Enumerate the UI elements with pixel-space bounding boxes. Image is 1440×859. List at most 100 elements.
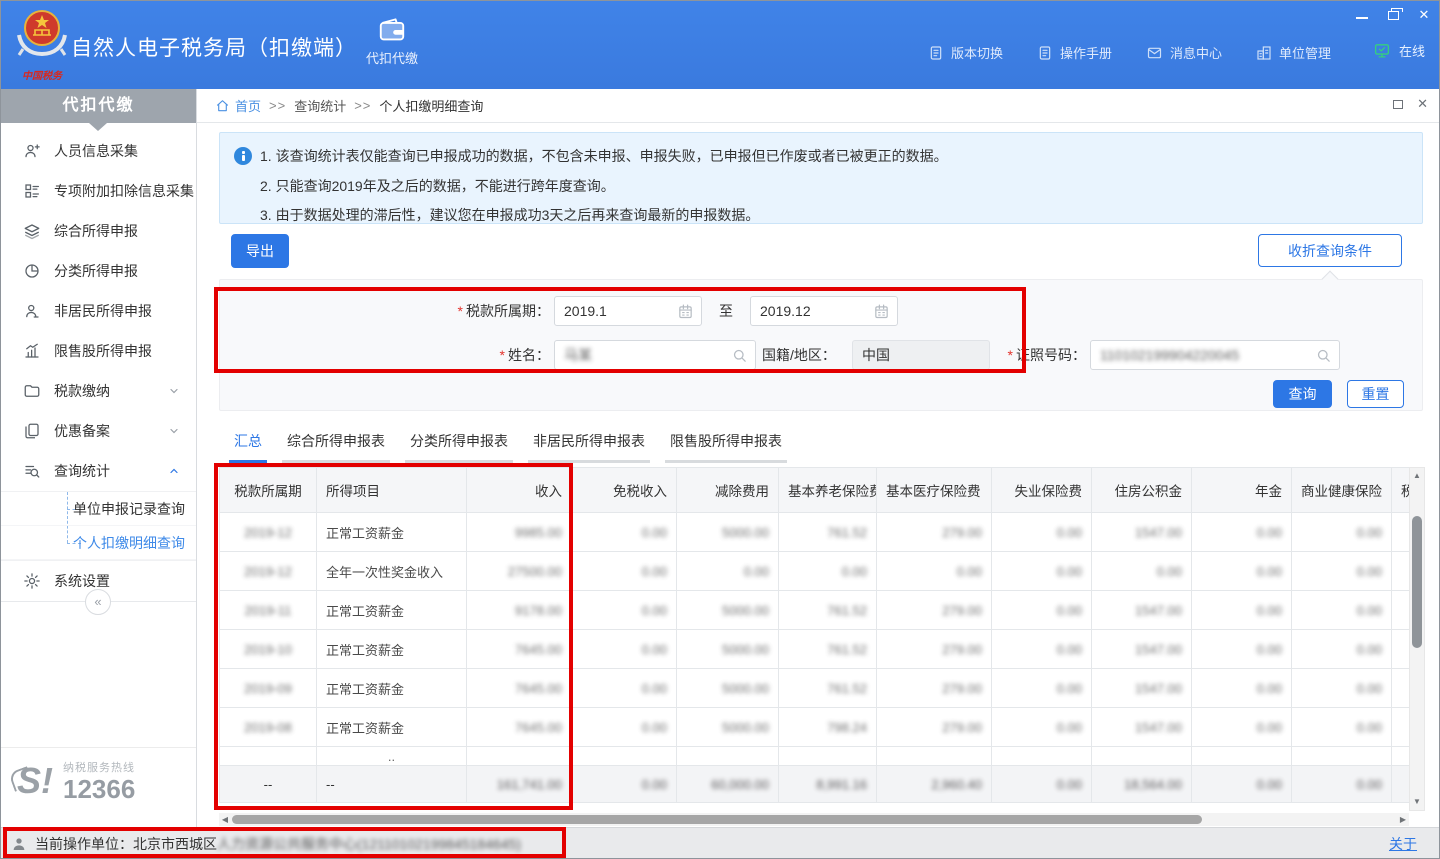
table-cell	[1292, 747, 1392, 766]
column-header[interactable]: 商业健康保险	[1292, 468, 1392, 513]
sidebar-item-label: 综合所得申报	[54, 221, 138, 241]
scroll-left-arrow[interactable]: ◀	[219, 813, 231, 826]
tab-comprehensive-income-form[interactable]: 综合所得申报表	[282, 427, 390, 463]
table-cell	[1392, 708, 1410, 747]
minimize-icon	[1356, 17, 1368, 19]
table-cell	[220, 747, 317, 766]
scroll-up-arrow[interactable]: ▲	[1410, 469, 1424, 483]
table-header-row: 税款所属期所得项目收入免税收入减除费用基本养老保险费基本医疗保险费失业保险费住房…	[220, 468, 1410, 513]
sidebar-subitem-personal-withholding-query[interactable]: 个人扣缴明细查询	[1, 526, 196, 560]
sidebar-item-preferential-filing[interactable]: 优惠备案	[1, 411, 196, 451]
nationality-input[interactable]: 中国	[852, 340, 990, 370]
column-header[interactable]: 失业保险费	[992, 468, 1092, 513]
tax-bureau-logo: 中国税务	[13, 5, 71, 85]
sidebar-item-query-statistics[interactable]: 查询统计	[1, 451, 196, 491]
table-cell: 2,960.40	[877, 766, 992, 803]
table-cell: 0.00	[1192, 513, 1292, 552]
table-row[interactable]: 2019-12全年一次性奖金收入27500.000.000.000.000.00…	[220, 552, 1410, 591]
horizontal-scrollbar[interactable]: ◀ ▶	[219, 813, 1409, 826]
table-row[interactable]: 2019-09正常工资薪金7645.000.005000.00761.52279…	[220, 669, 1410, 708]
user-icon	[11, 836, 27, 852]
reset-button[interactable]: 重置	[1347, 380, 1404, 408]
sidebar-item-label: 税款缴纳	[54, 381, 110, 401]
scroll-down-arrow[interactable]: ▼	[1410, 795, 1424, 809]
tab-restricted-shares-form[interactable]: 限售股所得申报表	[665, 427, 787, 463]
version-switch-label: 版本切换	[951, 43, 1003, 62]
calendar-icon[interactable]	[677, 303, 694, 320]
query-statistics-submenu: 单位申报记录查询 个人扣缴明细查询	[1, 491, 196, 561]
scroll-right-arrow[interactable]: ▶	[1397, 813, 1409, 826]
table-cell: 1547.00	[1092, 669, 1192, 708]
about-link[interactable]: 关于	[1389, 834, 1417, 854]
sidebar-item-restricted-shares[interactable]: 限售股所得申报	[1, 331, 196, 371]
column-header[interactable]: 税款所属期	[220, 468, 317, 513]
sidebar-collapse-button[interactable]: «	[85, 589, 111, 615]
column-header[interactable]: 税	[1392, 468, 1410, 513]
sidebar-subitem-unit-declaration-query[interactable]: 单位申报记录查询	[1, 492, 196, 526]
export-button[interactable]: 导出	[231, 234, 289, 268]
tab-withholding[interactable]: 代扣代缴	[349, 17, 435, 67]
name-input[interactable]: 马某	[554, 340, 756, 370]
id-label-text: 证照号码：	[1016, 347, 1086, 363]
id-number-input[interactable]: 110102199904220045	[1090, 340, 1340, 370]
calendar-icon[interactable]	[873, 303, 890, 320]
gear-icon	[23, 572, 41, 590]
query-button[interactable]: 查询	[1273, 380, 1332, 408]
column-header[interactable]: 免税收入	[572, 468, 677, 513]
table-row[interactable]: 2019-08正常工资薪金7645.000.005000.00798.24279…	[220, 708, 1410, 747]
table-cell: 1547.00	[1092, 708, 1192, 747]
column-header[interactable]: 年金	[1192, 468, 1292, 513]
table-cell: 5000.00	[677, 513, 779, 552]
table-cell: 0.00	[992, 630, 1092, 669]
sidebar: 代扣代缴 人员信息采集 专项附加扣除信息采集 综合所得申报 分类所得申报 非居民…	[1, 89, 197, 827]
column-header[interactable]: 基本养老保险费	[779, 468, 877, 513]
search-icon[interactable]	[1315, 347, 1332, 364]
wallet-icon	[377, 17, 407, 43]
chevron-up-icon	[168, 465, 180, 477]
sidebar-item-comprehensive-income[interactable]: 综合所得申报	[1, 211, 196, 251]
table-cell: 5000.00	[677, 708, 779, 747]
online-status[interactable]: 在线	[1373, 41, 1425, 60]
table-cell: 279.00	[877, 630, 992, 669]
table-row[interactable]: 2019-10正常工资薪金7645.000.005000.00761.52279…	[220, 630, 1410, 669]
unit-management-link[interactable]: 单位管理	[1256, 43, 1331, 62]
tab-nonresident-income-form[interactable]: 非居民所得申报表	[528, 427, 650, 463]
sidebar-item-nonresident-income[interactable]: 非居民所得申报	[1, 291, 196, 331]
sidebar-item-tax-payment[interactable]: 税款缴纳	[1, 371, 196, 411]
sidebar-item-special-deduction[interactable]: 专项附加扣除信息采集	[1, 171, 196, 211]
version-switch-link[interactable]: 版本切换	[928, 43, 1003, 62]
collapse-query-button[interactable]: 收折查询条件	[1258, 234, 1402, 267]
horizontal-scroll-thumb[interactable]	[232, 815, 1202, 824]
column-header[interactable]: 减除费用	[677, 468, 779, 513]
message-center-link[interactable]: 消息中心	[1146, 43, 1222, 62]
tab-summary[interactable]: 汇总	[229, 427, 267, 463]
sidebar-item-personnel-info[interactable]: 人员信息采集	[1, 131, 196, 171]
restore-button[interactable]	[1386, 8, 1400, 23]
search-icon[interactable]	[731, 347, 748, 364]
minimize-button[interactable]	[1355, 8, 1369, 22]
period-to-input[interactable]: 2019.12	[750, 296, 898, 326]
tab-classified-income-form[interactable]: 分类所得申报表	[405, 427, 513, 463]
manual-link[interactable]: 操作手册	[1037, 43, 1112, 62]
table-cell: 0.00	[1292, 669, 1392, 708]
column-header[interactable]: 住房公积金	[1092, 468, 1192, 513]
table-row[interactable]: 2019-11正常工资薪金9178.000.005000.00761.52279…	[220, 591, 1410, 630]
table-row[interactable]: 2019-12正常工资薪金9985.000.005000.00761.52279…	[220, 513, 1410, 552]
sidebar-item-classified-income[interactable]: 分类所得申报	[1, 251, 196, 291]
breadcrumb-home-link[interactable]: 首页	[215, 96, 261, 115]
panel-maximize-button[interactable]	[1393, 100, 1403, 109]
layers-icon	[23, 222, 41, 240]
breadcrumb-item[interactable]: 查询统计	[294, 96, 346, 115]
close-button[interactable]: ✕	[1417, 8, 1431, 22]
period-to-value: 2019.12	[760, 303, 811, 319]
column-header[interactable]: 收入	[467, 468, 572, 513]
column-header[interactable]: 基本医疗保险费	[877, 468, 992, 513]
panel-close-button[interactable]: ✕	[1417, 98, 1428, 110]
column-header[interactable]: 所得项目	[317, 468, 467, 513]
period-from-input[interactable]: 2019.1	[554, 296, 702, 326]
table-cell: --	[220, 766, 317, 803]
table-cell: 0.00	[992, 513, 1092, 552]
vertical-scroll-thumb[interactable]	[1412, 516, 1422, 648]
building-icon	[1256, 45, 1272, 61]
vertical-scrollbar[interactable]: ▲ ▼	[1409, 467, 1425, 811]
